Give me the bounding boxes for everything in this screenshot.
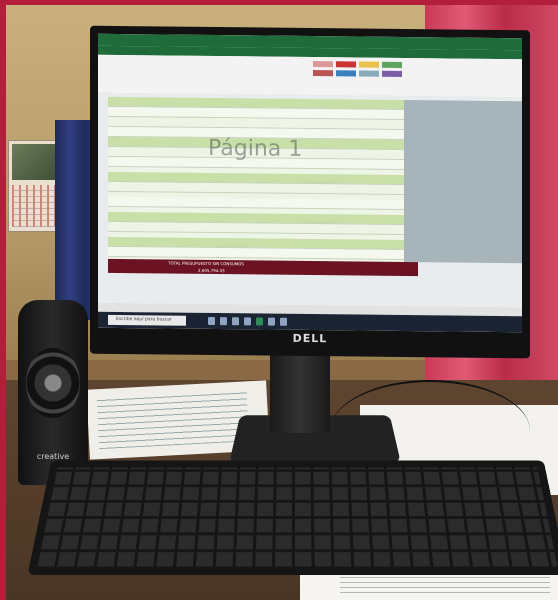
total-value: 2,605,794.33 — [198, 267, 225, 274]
summary-cells — [218, 280, 518, 303]
taskbar-app-icon[interactable] — [268, 317, 275, 326]
paper-lines — [96, 391, 250, 450]
table-row — [108, 181, 404, 195]
wall-calendar — [8, 140, 60, 232]
style-swatch — [336, 70, 356, 77]
total-label: TOTAL PRESUPUESTO SIN CONSUMOS — [168, 260, 244, 267]
windows-taskbar: Escribe aquí para buscar — [98, 311, 522, 333]
spreadsheet-grid: Página 1 TOTAL PRESUPUESTO SIN CONSUMOS … — [98, 92, 522, 308]
computer-monitor: Página 1 TOTAL PRESUPUESTO SIN CONSUMOS … — [90, 25, 530, 359]
style-swatch — [313, 61, 333, 68]
taskbar-app-icon[interactable] — [220, 317, 227, 326]
taskbar-app-icon[interactable] — [244, 317, 251, 326]
style-swatch — [313, 70, 333, 77]
grey-cell-region — [404, 99, 522, 264]
taskbar-search-input[interactable]: Escribe aquí para buscar — [108, 314, 186, 326]
style-swatch — [382, 70, 402, 77]
monitor-stand — [270, 348, 330, 433]
calendar-picture — [12, 144, 56, 180]
spreadsheet-ribbon — [98, 54, 522, 99]
style-swatch — [359, 70, 379, 77]
calendar-grid — [12, 185, 56, 227]
desktop-speaker: creative — [18, 300, 88, 485]
style-swatch — [336, 61, 356, 68]
table-row — [108, 196, 404, 210]
monitor-screen: Página 1 TOTAL PRESUPUESTO SIN CONSUMOS … — [98, 33, 522, 333]
data-table — [108, 96, 404, 262]
taskbar-app-icon[interactable] — [208, 316, 215, 326]
keyboard-keys — [37, 467, 558, 567]
total-row: TOTAL PRESUPUESTO SIN CONSUMOS 2,605,794… — [108, 258, 418, 277]
dell-logo: DELL — [292, 331, 328, 346]
photo-border — [0, 0, 6, 600]
style-swatch — [382, 61, 402, 68]
page-watermark: Página 1 — [208, 135, 303, 162]
keyboard — [27, 460, 558, 575]
excel-taskbar-icon[interactable] — [256, 317, 263, 326]
photo-border — [0, 0, 558, 5]
style-swatch — [359, 61, 379, 68]
speaker-cone — [26, 348, 80, 418]
table-row — [108, 221, 404, 235]
table-row — [108, 246, 404, 260]
taskbar-app-icon[interactable] — [280, 317, 287, 326]
taskbar-app-icon[interactable] — [232, 317, 239, 326]
